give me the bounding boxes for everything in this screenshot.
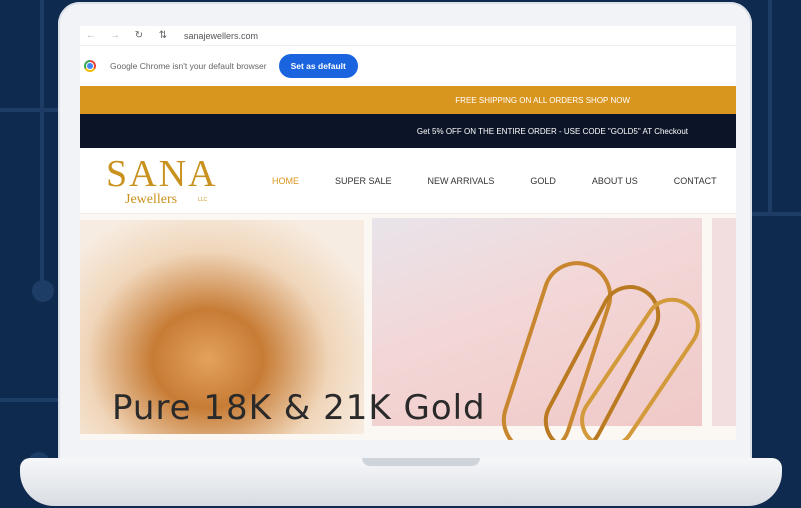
hero-image-edge bbox=[712, 218, 736, 426]
bg-circuit-line bbox=[768, 0, 772, 212]
promo-banner-text: Get 5% OFF ON THE ENTIRE ORDER - USE COD… bbox=[416, 126, 688, 136]
bg-circuit-line bbox=[40, 0, 44, 300]
reload-icon[interactable]: ↻ bbox=[132, 30, 146, 41]
default-browser-infobar: Google Chrome isn't your default browser… bbox=[80, 46, 736, 86]
main-nav: HOME SUPER SALE NEW ARRIVALS GOLD ABOUT … bbox=[272, 176, 717, 186]
shipping-banner-text: FREE SHIPPING ON ALL ORDERS SHOP NOW bbox=[455, 95, 630, 105]
bg-circuit-node bbox=[32, 280, 54, 302]
hero-banner: Pure 18K & 21K Gold bbox=[80, 214, 736, 440]
laptop-base bbox=[20, 458, 782, 506]
set-default-button[interactable]: Set as default bbox=[278, 54, 358, 78]
promo-banner: Get 5% OFF ON THE ENTIRE ORDER - USE COD… bbox=[80, 114, 736, 148]
bg-circuit-line bbox=[0, 108, 58, 112]
hero-title: Pure 18K & 21K Gold bbox=[112, 388, 486, 428]
shipping-banner[interactable]: FREE SHIPPING ON ALL ORDERS SHOP NOW bbox=[80, 86, 736, 114]
logo-suffix-text: LLC bbox=[198, 196, 208, 203]
nav-item-contact[interactable]: CONTACT bbox=[674, 176, 717, 186]
browser-window: ← → ↻ ⇅ sanajewellers.com Google Chrome … bbox=[80, 26, 736, 440]
default-browser-message: Google Chrome isn't your default browser bbox=[110, 61, 267, 71]
site-header: SANA Jewellers LLC HOME SUPER SALE NEW A… bbox=[80, 148, 736, 214]
site-info-icon[interactable]: ⇅ bbox=[156, 30, 170, 41]
nav-item-new-arrivals[interactable]: NEW ARRIVALS bbox=[428, 176, 495, 186]
nav-item-gold[interactable]: GOLD bbox=[530, 176, 556, 186]
address-bar: ← → ↻ ⇅ sanajewellers.com bbox=[80, 26, 736, 46]
nav-item-super-sale[interactable]: SUPER SALE bbox=[335, 176, 392, 186]
nav-item-about-us[interactable]: ABOUT US bbox=[592, 176, 638, 186]
laptop-notch bbox=[362, 458, 480, 466]
site-logo[interactable]: SANA Jewellers LLC bbox=[80, 148, 260, 214]
nav-item-home[interactable]: HOME bbox=[272, 176, 299, 186]
back-icon[interactable]: ← bbox=[84, 30, 98, 41]
bg-circuit-line bbox=[752, 212, 801, 216]
forward-icon[interactable]: → bbox=[108, 30, 122, 41]
bg-circuit-line bbox=[0, 398, 58, 402]
logo-sub-text: Jewellers bbox=[125, 191, 178, 207]
logo-main-text: SANA bbox=[106, 152, 218, 195]
chrome-icon bbox=[84, 60, 96, 72]
url-text[interactable]: sanajewellers.com bbox=[184, 31, 258, 41]
